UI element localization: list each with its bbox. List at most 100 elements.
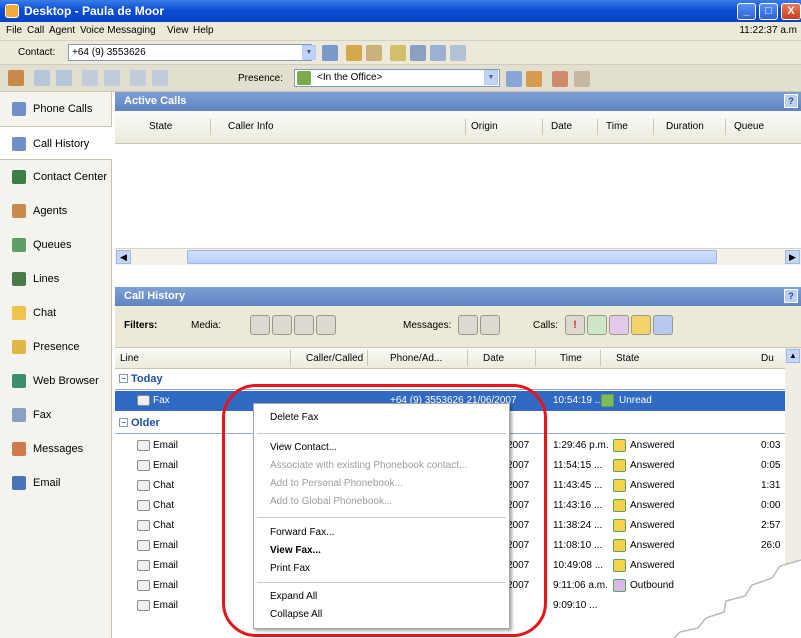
close-button[interactable]: X <box>781 3 801 20</box>
scroll-left-arrow[interactable]: ◀ <box>116 250 131 264</box>
answered-icon <box>613 519 626 532</box>
media-filter-fax[interactable] <box>250 315 270 335</box>
col-queue[interactable]: Queue <box>734 121 764 132</box>
active-calls-list[interactable] <box>115 144 801 248</box>
answered-icon <box>613 479 626 492</box>
dial-icon[interactable] <box>322 45 338 61</box>
clock-display: 11:22:37 a.m <box>739 25 797 36</box>
record-icon[interactable] <box>410 45 426 61</box>
not-ready-icon[interactable] <box>104 70 120 86</box>
sidebar-item-queues[interactable]: Queues <box>0 228 112 262</box>
lines-icon <box>12 272 26 286</box>
col-origin[interactable]: Origin <box>471 121 498 132</box>
queue-icon[interactable] <box>152 70 168 86</box>
edit-presence-icon[interactable] <box>526 71 542 87</box>
contact-input[interactable] <box>68 44 312 61</box>
collapse-icon[interactable]: − <box>119 418 128 427</box>
col-caller-called[interactable]: Caller/Called <box>306 353 363 364</box>
calendar-icon[interactable] <box>506 71 522 87</box>
col-date[interactable]: Date <box>551 121 572 132</box>
history-vscrollbar[interactable]: ▲ <box>785 348 801 638</box>
maximize-button[interactable]: □ <box>759 3 778 20</box>
park-icon[interactable] <box>430 45 446 61</box>
sidebar-item-chat[interactable]: Chat <box>0 296 112 330</box>
phone-calls-icon <box>12 102 26 116</box>
sidebar-item-messages[interactable]: Messages <box>0 432 112 466</box>
minimize-button[interactable]: _ <box>737 3 756 20</box>
col-duration[interactable]: Du <box>761 353 774 364</box>
calls-filter-outbound[interactable] <box>609 315 629 335</box>
media-filter-email[interactable] <box>294 315 314 335</box>
sidebar-item-label: Lines <box>33 273 60 285</box>
dnd-icon[interactable] <box>552 71 568 87</box>
col-state[interactable]: State <box>149 121 172 132</box>
col-duration[interactable]: Duration <box>666 121 704 132</box>
call-history-help-button[interactable]: ? <box>784 289 798 303</box>
menu-call[interactable]: Call <box>27 25 44 36</box>
call-history-header: Call History ? <box>115 287 801 306</box>
col-line[interactable]: Line <box>120 353 139 364</box>
row-line: Fax <box>153 395 170 406</box>
history-column-header: Line Caller/Called Phone/Ad... Date Time… <box>115 348 801 369</box>
hold-icon[interactable] <box>390 45 406 61</box>
menu-view[interactable]: View <box>167 25 189 36</box>
menu-agent[interactable]: Agent <box>49 25 75 36</box>
scroll-right-arrow[interactable]: ▶ <box>785 250 800 264</box>
sidebar-item-email[interactable]: Email <box>0 466 112 500</box>
calls-filter-answered[interactable] <box>587 315 607 335</box>
menu-bar: File Call Agent Voice Messaging View Hel… <box>0 22 801 41</box>
menu-help[interactable]: Help <box>193 25 214 36</box>
sidebar-item-phone-calls[interactable]: Phone Calls <box>0 92 112 126</box>
sidebar-item-lines[interactable]: Lines <box>0 262 112 296</box>
sidebar-item-web-browser[interactable]: Web Browser <box>0 364 112 398</box>
answered-icon <box>613 459 626 472</box>
col-state[interactable]: State <box>616 353 639 364</box>
row-line: Email <box>153 580 179 591</box>
wrap-up-icon[interactable] <box>82 70 98 86</box>
sidebar-item-agents[interactable]: Agents <box>0 194 112 228</box>
contact-dropdown-button[interactable]: ▼ <box>302 45 316 60</box>
conference-icon[interactable] <box>366 45 382 61</box>
scroll-thumb[interactable] <box>187 250 717 264</box>
messages-filter-read[interactable] <box>458 315 478 335</box>
sidebar-item-contact-center[interactable]: Contact Center <box>0 160 112 194</box>
transfer-icon[interactable] <box>346 45 362 61</box>
active-calls-column-header: State Caller Info Origin Date Time Durat… <box>115 111 801 144</box>
col-caller-info[interactable]: Caller Info <box>228 121 274 132</box>
collapse-icon[interactable]: − <box>119 374 128 383</box>
col-time[interactable]: Time <box>560 353 582 364</box>
group-label: Older <box>131 417 160 429</box>
sidebar-item-call-history[interactable]: Call History <box>0 126 112 160</box>
menu-file[interactable]: File <box>6 25 22 36</box>
agent-status-icon[interactable] <box>8 70 24 86</box>
col-phone-address[interactable]: Phone/Ad... <box>390 353 442 364</box>
active-calls-hscrollbar[interactable]: ◀ ▶ <box>115 248 801 265</box>
messages-filter-unread[interactable] <box>480 315 500 335</box>
sidebar-item-fax[interactable]: Fax <box>0 398 112 432</box>
calls-filter-transferred[interactable] <box>631 315 651 335</box>
sidebar-item-label: Agents <box>33 205 68 217</box>
logout-icon[interactable] <box>56 70 72 86</box>
email-icon <box>137 540 150 551</box>
forward-icon[interactable] <box>574 71 590 87</box>
menu-voice-messaging[interactable]: Voice Messaging <box>80 25 156 36</box>
sidebar-item-presence[interactable]: Presence <box>0 330 112 364</box>
media-filter-chat[interactable] <box>272 315 292 335</box>
login-icon[interactable] <box>34 70 50 86</box>
hangup-icon[interactable] <box>450 45 466 61</box>
email-icon <box>137 560 150 571</box>
filters-label: Filters: <box>124 320 158 331</box>
presence-dropdown-button[interactable]: ▼ <box>484 70 498 85</box>
col-time[interactable]: Time <box>606 121 628 132</box>
active-calls-help-button[interactable]: ? <box>784 94 798 108</box>
scroll-up-arrow[interactable]: ▲ <box>786 349 800 363</box>
presence-select[interactable]: <In the Office> <box>294 69 500 87</box>
active-calls-title: Active Calls <box>124 95 187 107</box>
presence-icon <box>12 340 26 354</box>
presence-status-icon <box>297 71 311 85</box>
col-date[interactable]: Date <box>483 353 504 364</box>
media-filter-voicemail[interactable] <box>316 315 336 335</box>
calls-filter-missed[interactable]: ! <box>565 315 585 335</box>
filter-icon[interactable] <box>130 70 146 86</box>
calls-filter-internal[interactable] <box>653 315 673 335</box>
